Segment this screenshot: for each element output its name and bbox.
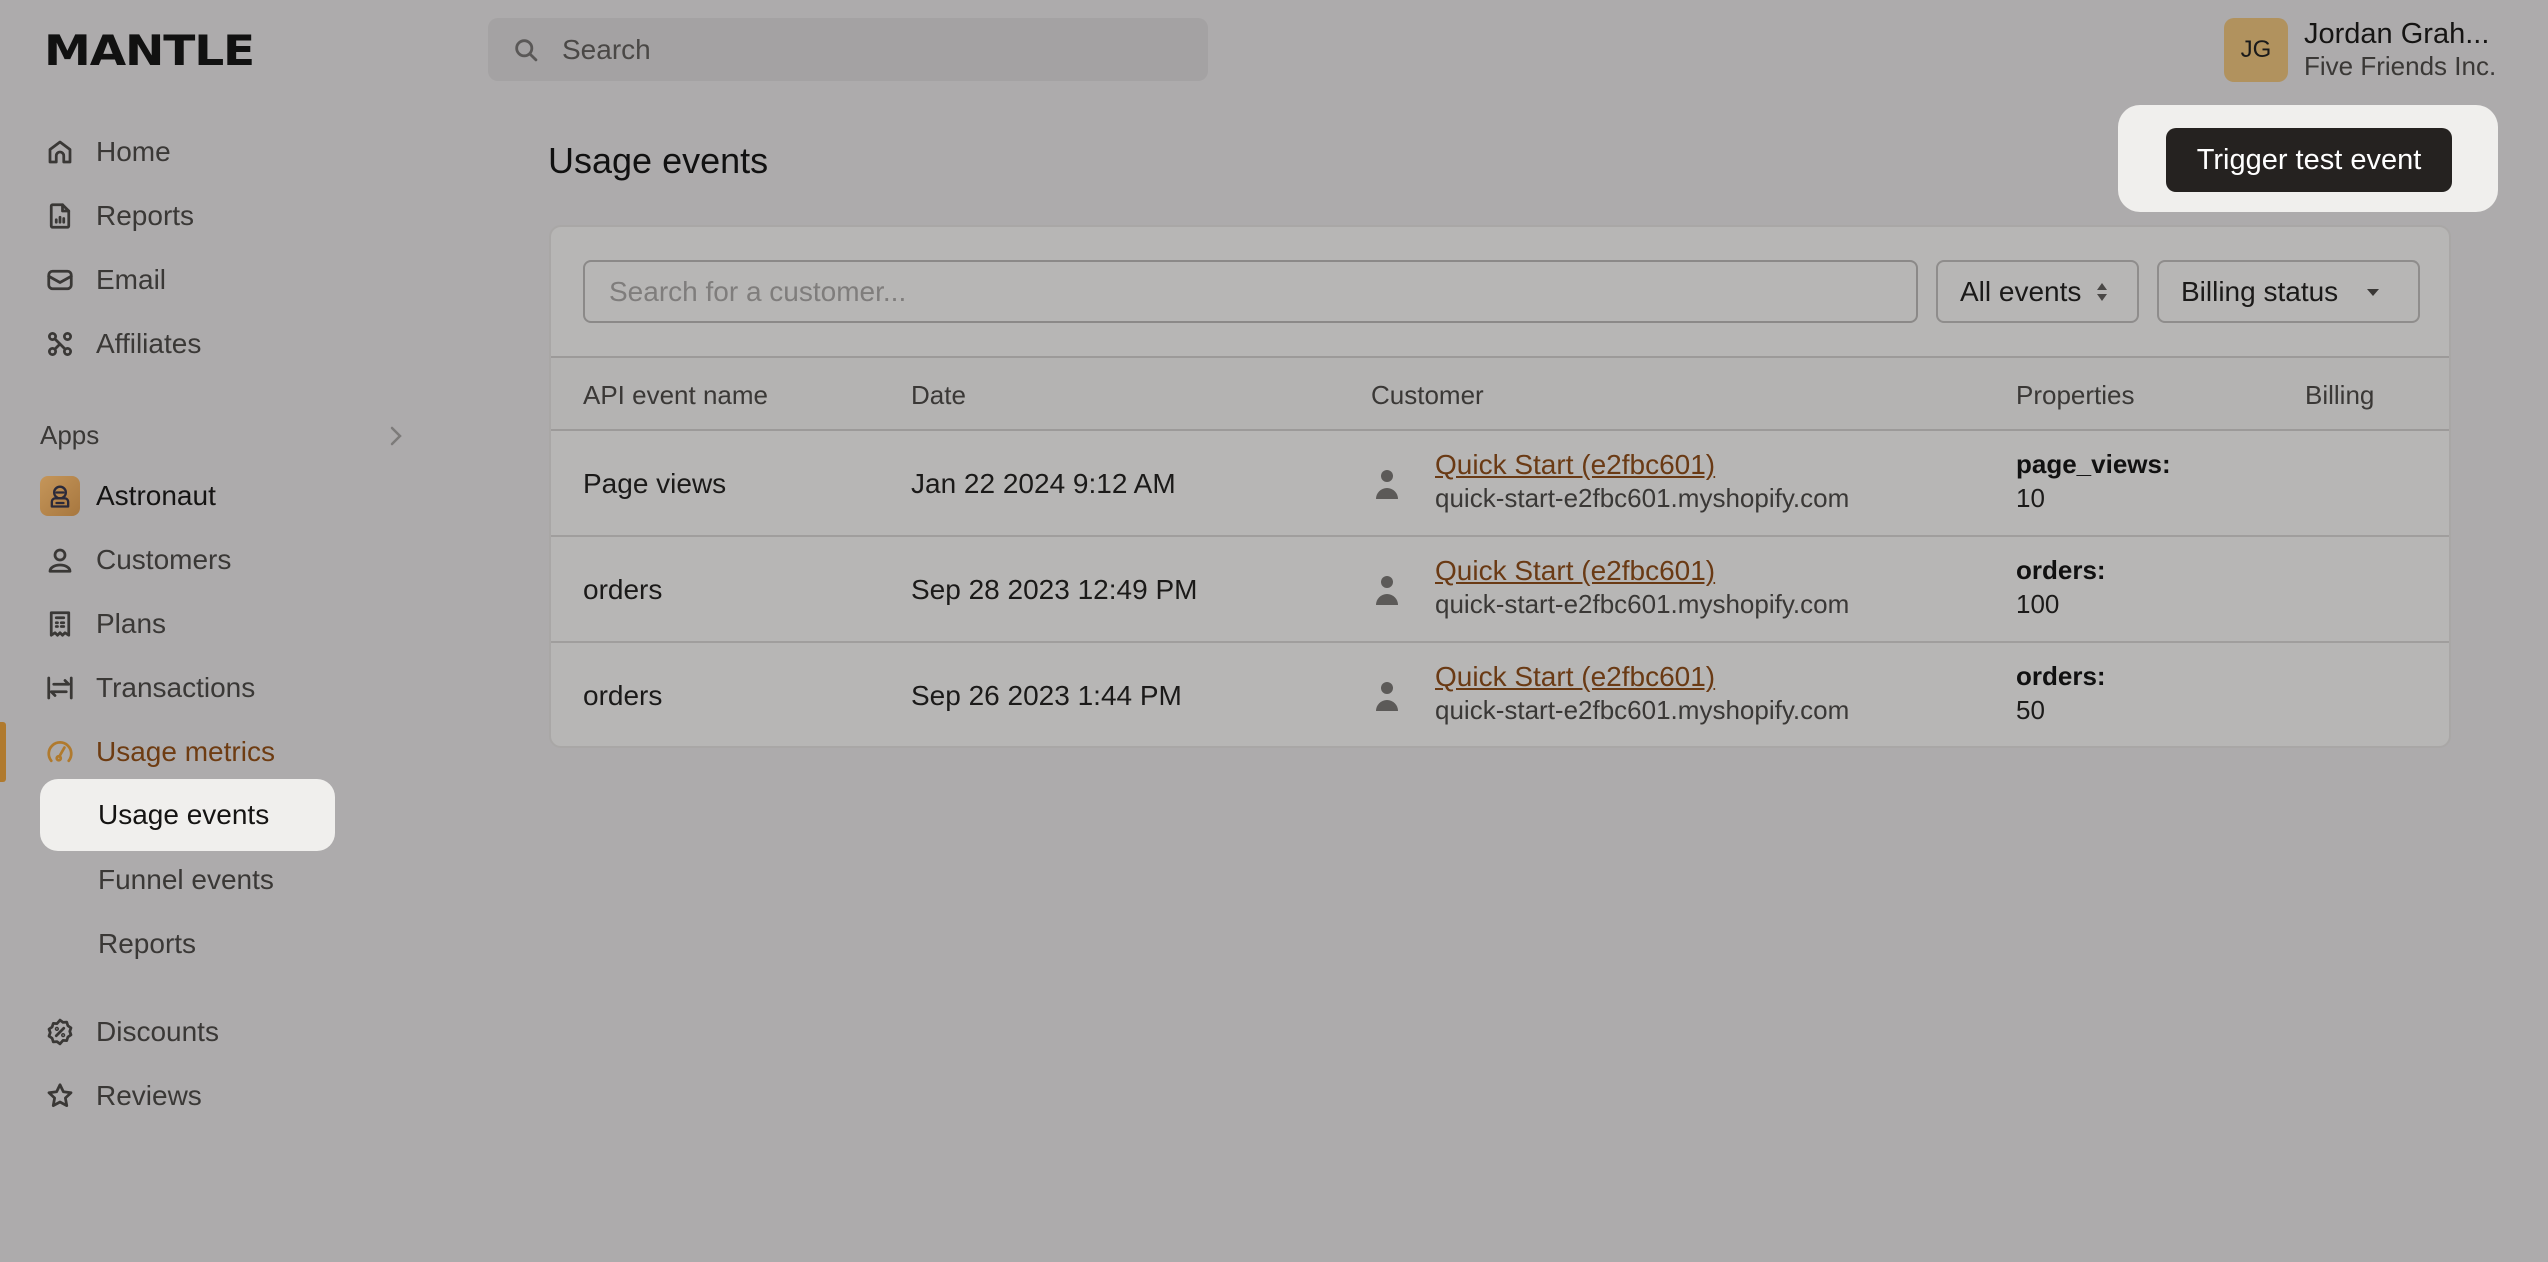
gauge-icon bbox=[44, 736, 76, 768]
event-type-select[interactable]: All events bbox=[1936, 260, 2139, 323]
event-name: Page views bbox=[583, 468, 727, 499]
sidebar-item-label: Plans bbox=[96, 608, 167, 639]
page-title: Usage events bbox=[548, 140, 769, 181]
customer-domain: quick-start-e2fbc601.myshopify.com bbox=[1435, 695, 1850, 725]
receipt-icon bbox=[44, 608, 76, 640]
global-search-input[interactable] bbox=[562, 33, 1162, 66]
active-indicator bbox=[0, 722, 6, 782]
sidebar-item-label: Home bbox=[96, 136, 171, 167]
sidebar-item-label: Reviews bbox=[96, 1080, 202, 1111]
event-date: Sep 28 2023 12:49 PM bbox=[911, 574, 1198, 605]
sidebar-item-reports[interactable]: Reports bbox=[40, 188, 194, 244]
report-icon bbox=[44, 200, 76, 232]
sidebar-subitem-funnel-events[interactable]: Funnel events bbox=[40, 844, 335, 916]
sort-arrows-icon bbox=[2097, 282, 2108, 301]
billing-status-select[interactable]: Billing status bbox=[2157, 260, 2420, 323]
trigger-test-event-button[interactable]: Trigger test event bbox=[2166, 128, 2452, 192]
table-body: Page views Jan 22 2024 9:12 AM Quick Sta… bbox=[551, 431, 2449, 746]
user-name[interactable]: Jordan Grah... bbox=[2304, 18, 2489, 51]
event-date: Jan 22 2024 9:12 AM bbox=[911, 468, 1176, 499]
astronaut-app-icon bbox=[40, 476, 80, 516]
sidebar-subitem-usage-events[interactable]: Usage events bbox=[40, 779, 335, 851]
sidebar-item-reviews[interactable]: Reviews bbox=[40, 1068, 202, 1124]
sidebar-item-customers[interactable]: Customers bbox=[40, 532, 231, 588]
discount-icon bbox=[44, 1016, 76, 1048]
customer-link[interactable]: Quick Start (e2fbc601) bbox=[1435, 555, 1715, 587]
chevron-right-icon[interactable] bbox=[384, 420, 408, 452]
column-header-event-name: API event name bbox=[583, 380, 768, 410]
sidebar-item-label: Discounts bbox=[96, 1016, 219, 1047]
avatar[interactable]: JG bbox=[2224, 18, 2288, 82]
customer-domain: quick-start-e2fbc601.myshopify.com bbox=[1435, 483, 1850, 513]
customer-domain: quick-start-e2fbc601.myshopify.com bbox=[1435, 589, 1850, 619]
event-date: Sep 26 2023 1:44 PM bbox=[911, 680, 1182, 711]
sidebar-item-label: Usage metrics bbox=[96, 736, 275, 767]
sidebar-item-discounts[interactable]: Discounts bbox=[40, 1004, 219, 1060]
customer-icon bbox=[1376, 682, 1398, 711]
event-name: orders bbox=[583, 680, 663, 711]
sidebar-item-plans[interactable]: Plans bbox=[40, 596, 166, 652]
sidebar-item-affiliates[interactable]: Affiliates bbox=[40, 316, 201, 372]
property-value: 10 bbox=[2016, 483, 2045, 513]
star-icon bbox=[44, 1080, 76, 1112]
table-row[interactable]: orders Sep 26 2023 1:44 PM Quick Start (… bbox=[551, 643, 2449, 746]
billing-status-select-label: Billing status bbox=[2181, 275, 2339, 307]
table-header: API event name Date Customer Properties … bbox=[551, 356, 2449, 431]
event-name: orders bbox=[583, 574, 663, 605]
column-header-date: Date bbox=[911, 380, 966, 410]
sidebar-item-label: Reports bbox=[96, 200, 195, 231]
customer-link[interactable]: Quick Start (e2fbc601) bbox=[1435, 661, 1715, 693]
property-key: orders: bbox=[2016, 555, 2106, 585]
sidebar-item-transactions[interactable]: Transactions bbox=[40, 660, 255, 716]
column-header-customer: Customer bbox=[1371, 380, 1484, 410]
app-name: Astronaut bbox=[96, 480, 216, 511]
sidebar-item-label: Customers bbox=[96, 544, 232, 575]
global-search[interactable] bbox=[488, 18, 1208, 81]
event-type-select-label: All events bbox=[1960, 275, 2082, 307]
apps-section-label: Apps bbox=[40, 420, 100, 450]
sidebar-item-label: Email bbox=[96, 264, 167, 295]
customer-search-input[interactable] bbox=[583, 260, 1918, 323]
column-header-billing: Billing bbox=[2305, 380, 2375, 410]
affiliates-icon bbox=[44, 328, 76, 360]
mantle-logo[interactable]: MANTLE bbox=[44, 26, 255, 75]
property-key: orders: bbox=[2016, 661, 2106, 691]
sidebar-subitem-reports[interactable]: Reports bbox=[40, 908, 335, 980]
sidebar-item-email[interactable]: Email bbox=[40, 252, 166, 308]
customer-link[interactable]: Quick Start (e2fbc601) bbox=[1435, 449, 1715, 481]
transfer-icon bbox=[44, 672, 76, 704]
sidebar-item-home[interactable]: Home bbox=[40, 124, 171, 180]
sidebar-item-label: Transactions bbox=[96, 672, 256, 703]
user-icon bbox=[44, 544, 76, 576]
home-icon bbox=[44, 136, 76, 168]
column-header-properties: Properties bbox=[2016, 380, 2135, 410]
property-value: 100 bbox=[2016, 589, 2060, 619]
app-switcher-astronaut[interactable]: Astronaut bbox=[40, 468, 216, 524]
table-row[interactable]: orders Sep 28 2023 12:49 PM Quick Start … bbox=[551, 537, 2449, 643]
customer-icon bbox=[1376, 470, 1398, 499]
sidebar-item-label: Affiliates bbox=[96, 328, 202, 359]
search-icon bbox=[515, 38, 538, 61]
property-value: 50 bbox=[2016, 695, 2045, 725]
caret-down-icon bbox=[2367, 288, 2380, 296]
usage-events-card: All events Billing status API event name… bbox=[549, 225, 2451, 748]
sidebar-item-usage-metrics[interactable]: Usage metrics bbox=[40, 724, 275, 780]
user-organization: Five Friends Inc. bbox=[2304, 51, 2497, 81]
mail-icon bbox=[44, 264, 76, 296]
customer-icon bbox=[1376, 576, 1398, 605]
table-row[interactable]: Page views Jan 22 2024 9:12 AM Quick Sta… bbox=[551, 431, 2449, 537]
property-key: page_views: bbox=[2016, 449, 2171, 479]
